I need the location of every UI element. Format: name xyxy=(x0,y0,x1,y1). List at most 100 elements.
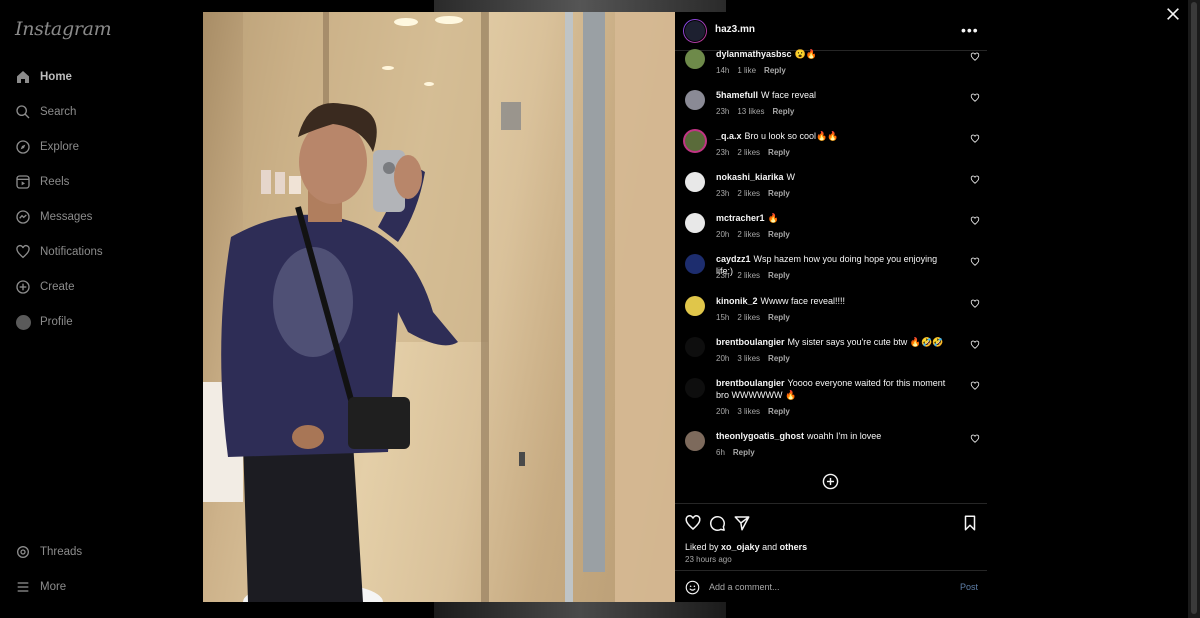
nav-notifications[interactable]: Notifications xyxy=(14,240,103,264)
reply-button[interactable]: Reply xyxy=(768,407,790,416)
emoji-icon[interactable] xyxy=(685,580,700,595)
nav-create[interactable]: Create xyxy=(14,275,75,299)
comment-like-icon[interactable] xyxy=(970,93,980,103)
post-actions: Liked by xo_ojaky and others 23 hours ag… xyxy=(675,503,987,603)
liked-by-others[interactable]: others xyxy=(780,542,808,552)
reply-button[interactable]: Reply xyxy=(768,354,790,363)
commenter-avatar[interactable] xyxy=(685,213,705,233)
comment-like-icon[interactable] xyxy=(970,299,980,309)
commenter-avatar[interactable] xyxy=(685,49,705,69)
comment-likes[interactable]: 1 like xyxy=(737,66,756,75)
commenter-avatar[interactable] xyxy=(685,337,705,357)
reply-button[interactable]: Reply xyxy=(768,271,790,280)
comment-like-icon[interactable] xyxy=(970,340,980,350)
scrollbar[interactable] xyxy=(1188,0,1200,618)
comment-like-icon[interactable] xyxy=(970,134,980,144)
comment-like-icon[interactable] xyxy=(970,381,980,391)
comment-like-icon[interactable] xyxy=(970,434,980,444)
nav-label: Notifications xyxy=(40,246,103,258)
share-icon[interactable] xyxy=(733,514,751,532)
scrollbar-thumb[interactable] xyxy=(1191,2,1197,614)
nav-explore[interactable]: Explore xyxy=(14,135,79,159)
nav-search[interactable]: Search xyxy=(14,100,76,124)
comment-username[interactable]: caydzz1 xyxy=(716,254,751,264)
load-more-comments-icon[interactable] xyxy=(822,473,839,490)
nav-threads[interactable]: Threads xyxy=(14,540,82,564)
comment-username[interactable]: dylanmathyasbsc xyxy=(716,49,792,59)
post-detail-panel: haz3.mn ••• dylanmathyasbsc 😮🔥 14h 1 like R… xyxy=(675,12,987,602)
comment-time: 23h xyxy=(716,107,730,116)
comment-like-icon[interactable] xyxy=(970,52,980,62)
comment-time: 23h xyxy=(716,148,730,157)
comment-username[interactable]: brentboulangier xyxy=(716,378,785,388)
heart-icon xyxy=(14,243,32,261)
commenter-avatar[interactable] xyxy=(685,431,705,451)
bookmark-icon[interactable] xyxy=(961,514,979,532)
commenter-avatar[interactable] xyxy=(685,378,705,398)
nav-label: Create xyxy=(40,281,75,293)
nav-profile[interactable]: Profile xyxy=(14,310,73,334)
nav-label: Threads xyxy=(40,546,83,558)
commenter-avatar[interactable] xyxy=(685,90,705,110)
reply-button[interactable]: Reply xyxy=(764,66,786,75)
nav-more[interactable]: More xyxy=(14,575,66,599)
add-comment-input[interactable] xyxy=(709,580,939,594)
commenter-avatar[interactable] xyxy=(685,296,705,316)
comment-likes[interactable]: 3 likes xyxy=(737,354,760,363)
commenter-avatar[interactable] xyxy=(685,172,705,192)
comment-icon[interactable] xyxy=(708,514,726,532)
comment-username[interactable]: 5hamefull xyxy=(716,90,758,100)
nav-home[interactable]: Home xyxy=(14,65,72,89)
comment-likes[interactable]: 2 likes xyxy=(737,313,760,322)
add-comment-row: Post xyxy=(675,570,987,604)
background-feed-image xyxy=(434,602,726,618)
close-icon[interactable] xyxy=(1165,6,1181,22)
comment-time: 14h xyxy=(716,66,730,75)
nav-label: Reels xyxy=(40,176,70,188)
reply-button[interactable]: Reply xyxy=(768,313,790,322)
comment-text: Bro u look so cool🔥🔥 xyxy=(744,131,839,141)
comment-likes[interactable]: 2 likes xyxy=(737,189,760,198)
liked-by: Liked by xo_ojaky and others xyxy=(685,542,808,552)
comment-likes[interactable]: 3 likes xyxy=(737,407,760,416)
comment-likes[interactable]: 2 likes xyxy=(737,271,760,280)
comment-username[interactable]: theonlygoatis_ghost xyxy=(716,431,804,441)
nav-label: Home xyxy=(40,71,72,83)
comment-like-icon[interactable] xyxy=(970,175,980,185)
reply-button[interactable]: Reply xyxy=(772,107,794,116)
comment-like-icon[interactable] xyxy=(970,216,980,226)
avatar xyxy=(14,313,32,331)
comment-username[interactable]: mctracher1 xyxy=(716,213,765,223)
background-feed-image xyxy=(434,0,726,12)
comment-text: 🔥 xyxy=(767,213,779,223)
reply-button[interactable]: Reply xyxy=(768,148,790,157)
nav-label: Profile xyxy=(40,316,73,328)
comment-likes[interactable]: 13 likes xyxy=(737,107,764,116)
comment-username[interactable]: nokashi_kiarika xyxy=(716,172,784,182)
reply-button[interactable]: Reply xyxy=(733,448,755,457)
comment-username[interactable]: kinonik_2 xyxy=(716,296,758,306)
author-username[interactable]: haz3.mn xyxy=(715,24,755,35)
liked-by-user[interactable]: xo_ojaky xyxy=(721,542,760,552)
commenter-avatar[interactable] xyxy=(685,131,705,151)
post-comment-button[interactable]: Post xyxy=(960,582,978,592)
instagram-logo[interactable]: Instagram xyxy=(15,18,112,40)
comment-text: Wwww face reveal!!!! xyxy=(760,296,846,306)
comment-likes[interactable]: 2 likes xyxy=(737,148,760,157)
comment-likes[interactable]: 2 likes xyxy=(737,230,760,239)
comment-like-icon[interactable] xyxy=(970,257,980,267)
home-icon xyxy=(14,68,32,86)
comment-text: W xyxy=(786,172,796,182)
reply-button[interactable]: Reply xyxy=(768,230,790,239)
author-avatar[interactable] xyxy=(683,19,707,43)
comment-username[interactable]: brentboulangier xyxy=(716,337,785,347)
comment-time: 15h xyxy=(716,313,730,322)
nav-reels[interactable]: Reels xyxy=(14,170,69,194)
commenter-avatar[interactable] xyxy=(685,254,705,274)
like-icon[interactable] xyxy=(684,514,702,532)
nav-messages[interactable]: Messages xyxy=(14,205,92,229)
reels-icon xyxy=(14,173,32,191)
comment-username[interactable]: _q.a.x xyxy=(716,131,742,141)
more-options-icon[interactable]: ••• xyxy=(961,22,979,38)
reply-button[interactable]: Reply xyxy=(768,189,790,198)
